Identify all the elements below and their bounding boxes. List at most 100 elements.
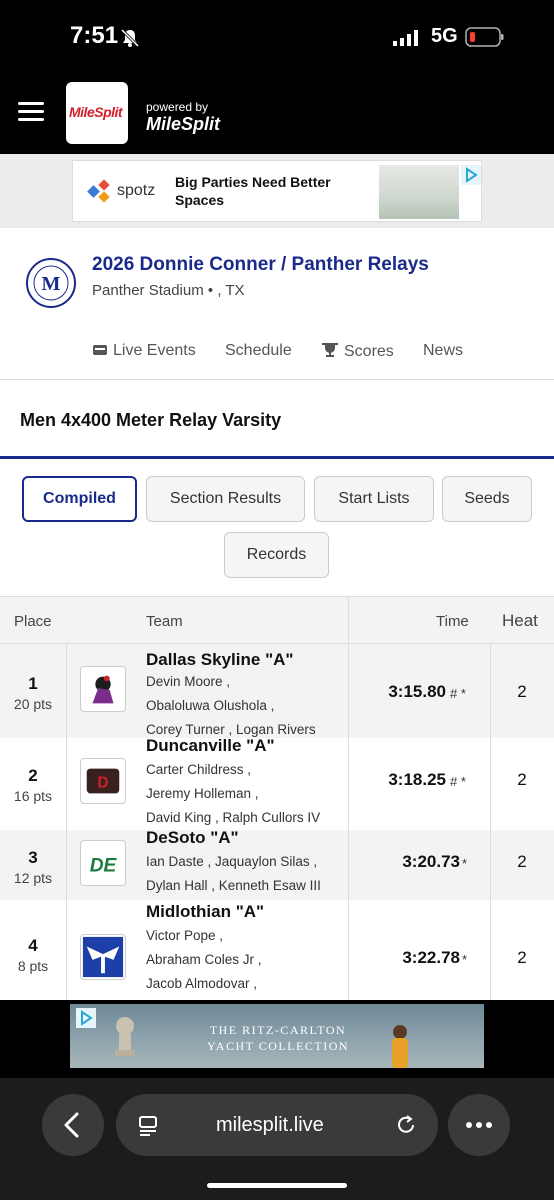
relay-time: 3:18.25 <box>388 770 446 789</box>
ad-choices-icon[interactable] <box>461 165 481 185</box>
column-divider <box>348 596 349 1000</box>
team-name[interactable]: Midlothian "A" <box>146 902 264 922</box>
ad-banner-top: spotz Big Parties Need Better Spaces <box>0 154 554 228</box>
nav-label: Schedule <box>225 342 292 359</box>
event-divider <box>0 456 554 459</box>
relay-time: 3:22.78 <box>402 948 460 967</box>
site-header: MileSplit powered by MileSplit <box>0 74 554 154</box>
place-points: 8 pts <box>17 958 49 974</box>
nav-schedule[interactable]: Schedule <box>225 342 292 360</box>
back-button[interactable] <box>42 1094 104 1156</box>
column-divider <box>66 644 67 1000</box>
column-divider <box>490 644 491 1000</box>
ad-choices-icon[interactable] <box>76 1008 96 1028</box>
runner-line: Jeremy Holleman , <box>146 786 259 801</box>
team-logo-icon[interactable]: DE <box>80 840 126 886</box>
trophy-icon <box>322 343 338 357</box>
records-tab[interactable]: Records <box>224 532 329 578</box>
place-number: 2 <box>28 766 38 785</box>
runner-line: Carter Childress , <box>146 762 252 777</box>
record-mark: # * <box>450 686 466 701</box>
heat-number: 2 <box>517 948 527 967</box>
table-row[interactable]: 1 20 pts Dallas Skyline "A" Devin Moore … <box>0 644 554 738</box>
event-title: Men 4x400 Meter Relay Varsity <box>20 410 282 430</box>
record-mark: * <box>462 856 468 871</box>
team-logo-icon[interactable]: D <box>80 758 126 804</box>
ritz-carlton-text: THE RITZ-CARLTON YACHT COLLECTION <box>178 1022 378 1054</box>
runner-line: Obaloluwa Olushola , <box>146 698 275 713</box>
meet-location: Panther Stadium • , TX <box>92 282 245 299</box>
table-row[interactable]: 3 12 pts DE DeSoto "A" Ian Daste , Jaqua… <box>0 828 554 900</box>
ritz-carlton-ad[interactable]: THE RITZ-CARLTON YACHT COLLECTION <box>70 1004 484 1068</box>
heat-number: 2 <box>517 682 527 701</box>
status-bar: 7:51 5G <box>0 0 554 74</box>
record-mark: # * <box>450 774 466 789</box>
nav-live-events[interactable]: Live Events <box>92 342 196 360</box>
meet-nav: Live Events Schedule Scores News <box>0 336 554 380</box>
nav-label: Live Events <box>113 342 196 359</box>
page-content: spotz Big Parties Need Better Spaces M 2… <box>0 154 554 1000</box>
place-points: 12 pts <box>13 870 53 886</box>
team-name[interactable]: Duncanville "A" <box>146 736 275 756</box>
browser-toolbar: milesplit.live <box>0 1078 554 1200</box>
relay-time: 3:20.73 <box>402 852 460 871</box>
seeds-tab[interactable]: Seeds <box>442 476 532 522</box>
section-results-tab[interactable]: Section Results <box>146 476 305 522</box>
heat-number: 2 <box>517 770 527 789</box>
address-bar[interactable]: milesplit.live <box>116 1094 438 1156</box>
header-place: Place <box>14 613 52 630</box>
place-number: 3 <box>28 848 38 867</box>
milesplit-logo[interactable]: MileSplit <box>66 82 128 144</box>
place-number: 1 <box>28 674 38 693</box>
status-time: 7:51 <box>70 22 119 49</box>
start-lists-tab[interactable]: Start Lists <box>314 476 434 522</box>
nav-news[interactable]: News <box>423 342 463 360</box>
compiled-tab[interactable]: Compiled <box>22 476 137 522</box>
battery-low-icon <box>465 27 504 47</box>
page-menu-icon[interactable] <box>136 1113 160 1137</box>
table-row[interactable]: 4 8 pts Midlothian "A" Victor Pope , Abr… <box>0 900 554 1000</box>
woman-photo <box>392 1025 408 1068</box>
more-button[interactable] <box>448 1094 510 1156</box>
nav-scores[interactable]: Scores <box>321 342 394 361</box>
reload-icon[interactable] <box>394 1113 418 1137</box>
record-mark: * <box>462 952 468 967</box>
team-name[interactable]: Dallas Skyline "A" <box>146 650 293 670</box>
ad-line-2: YACHT COLLECTION <box>206 1039 350 1053</box>
runner-line: Jacob Almodovar , <box>146 976 258 991</box>
powered-by-text: powered by <box>146 100 209 114</box>
home-indicator[interactable] <box>207 1183 347 1188</box>
live-icon <box>93 345 107 355</box>
runner-line: Victor Pope , <box>146 928 224 943</box>
nav-label: Scores <box>344 343 394 360</box>
table-row[interactable]: 2 16 pts D Duncanville "A" Carter Childr… <box>0 736 554 830</box>
team-logo-icon[interactable] <box>80 666 126 712</box>
ad-line-1: THE RITZ-CARLTON <box>209 1023 347 1037</box>
school-seal-icon: M <box>26 258 76 308</box>
place-points: 20 pts <box>13 696 53 712</box>
meet-title[interactable]: 2026 Donnie Conner / Panther Relays <box>92 254 429 276</box>
signal-icon <box>393 30 418 46</box>
url-text[interactable]: milesplit.live <box>216 1114 324 1137</box>
chevron-left-icon <box>64 1112 79 1138</box>
svg-text:M: M <box>42 273 61 295</box>
hamburger-menu-icon[interactable] <box>18 102 44 122</box>
place-number: 4 <box>28 936 38 955</box>
svg-text:DE: DE <box>90 856 118 877</box>
ad-photo <box>379 165 459 219</box>
spotz-logo-icon <box>87 179 110 203</box>
nav-label: News <box>423 342 464 359</box>
lion-crest-icon <box>115 1017 135 1056</box>
ad-headline: Big Parties Need Better Spaces <box>175 174 331 208</box>
header-time: Time <box>436 613 469 630</box>
place-points: 16 pts <box>13 788 53 804</box>
team-logo-icon[interactable] <box>80 934 126 980</box>
heat-number: 2 <box>517 852 527 871</box>
spotz-brand: spotz <box>117 182 156 199</box>
bell-muted-icon <box>120 28 140 48</box>
runner-line: Ian Daste , Jaquaylon Silas , <box>146 854 318 869</box>
team-name[interactable]: DeSoto "A" <box>146 828 239 848</box>
network-type: 5G <box>431 25 458 47</box>
powered-by-logo: MileSplit <box>146 114 221 134</box>
spotz-ad[interactable]: spotz Big Parties Need Better Spaces <box>72 160 482 222</box>
